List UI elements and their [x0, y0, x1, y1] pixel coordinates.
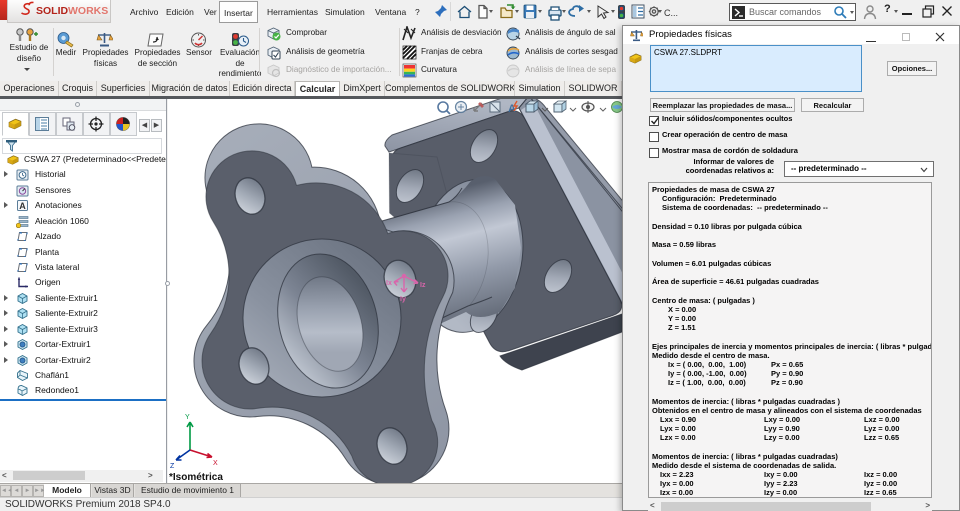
- svg-text:WORKS: WORKS: [68, 5, 108, 17]
- svg-text:Iy: Iy: [400, 296, 406, 303]
- svg-text:SOLID: SOLID: [36, 5, 69, 17]
- svg-text:X: X: [213, 460, 218, 467]
- svg-text:Z: Z: [170, 463, 175, 470]
- svg-text:C...: C...: [664, 8, 678, 18]
- svg-text:A: A: [19, 201, 26, 211]
- svg-text:*Isométrica: *Isométrica: [169, 472, 223, 483]
- svg-text:Iz: Iz: [420, 282, 426, 289]
- svg-text:Y: Y: [185, 414, 190, 421]
- svg-text:Ix: Ix: [386, 280, 392, 287]
